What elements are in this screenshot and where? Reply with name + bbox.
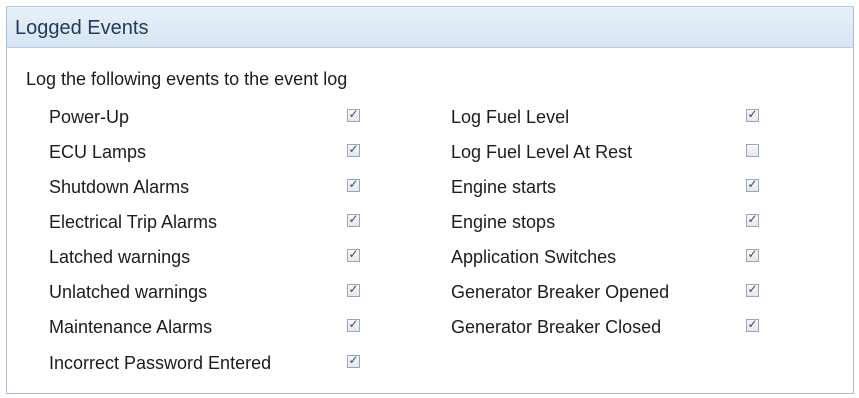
checkbox-engine-starts[interactable]: ✓ <box>746 177 759 192</box>
event-label: Engine stops <box>451 212 556 232</box>
event-label: Unlatched warnings <box>49 282 208 302</box>
event-label: Engine starts <box>451 177 557 197</box>
checkbox-log-fuel-level[interactable]: ✓ <box>746 107 759 122</box>
checkmark-icon: ✓ <box>348 353 359 367</box>
checkbox-log-fuel-level-at-rest[interactable] <box>746 144 759 157</box>
event-label: Generator Breaker Closed <box>451 317 662 337</box>
checkbox-ecu-lamps[interactable]: ✓ <box>347 142 360 157</box>
checkbox-electrical-trip-alarms[interactable]: ✓ <box>347 212 360 227</box>
checkbox-generator-breaker-opened[interactable]: ✓ <box>746 282 759 297</box>
checkbox-incorrect-password-entered[interactable]: ✓ <box>347 353 360 368</box>
checkmark-icon: ✓ <box>348 212 359 226</box>
checkmark-icon: ✓ <box>348 142 359 156</box>
checkbox-maintenance-alarms[interactable]: ✓ <box>347 317 360 332</box>
event-label: Log Fuel Level <box>451 107 570 127</box>
checkmark-icon: ✓ <box>747 317 758 331</box>
checkmark-icon: ✓ <box>747 247 758 261</box>
checkbox-latched-warnings[interactable]: ✓ <box>347 247 360 262</box>
checkmark-icon: ✓ <box>747 212 758 226</box>
event-label: Power-Up <box>49 107 130 127</box>
event-label: Generator Breaker Opened <box>451 282 670 302</box>
checkmark-icon: ✓ <box>747 282 758 296</box>
event-label: Application Switches <box>451 247 617 267</box>
event-label: ECU Lamps <box>49 142 147 162</box>
checkmark-icon: ✓ <box>348 247 359 261</box>
checkmark-icon: ✓ <box>747 107 758 121</box>
checkmark-icon: ✓ <box>747 177 758 191</box>
event-label: Latched warnings <box>49 247 191 267</box>
event-label: Log Fuel Level At Rest <box>451 142 633 162</box>
event-label: Shutdown Alarms <box>49 177 190 197</box>
event-label: Incorrect Password Entered <box>49 353 272 373</box>
panel-title: Logged Events <box>15 17 149 39</box>
checkbox-application-switches[interactable]: ✓ <box>746 247 759 262</box>
checkbox-generator-breaker-closed[interactable]: ✓ <box>746 317 759 332</box>
checkmark-icon: ✓ <box>348 317 359 331</box>
event-label: Maintenance Alarms <box>49 317 213 337</box>
checkbox-power-up[interactable]: ✓ <box>347 107 360 122</box>
checkbox-unlatched-warnings[interactable]: ✓ <box>347 282 360 297</box>
checkmark-icon: ✓ <box>348 177 359 191</box>
checkmark-icon: ✓ <box>348 107 359 121</box>
checkbox-engine-stops[interactable]: ✓ <box>746 212 759 227</box>
checkmark-icon: ✓ <box>348 282 359 296</box>
event-label: Electrical Trip Alarms <box>49 212 218 232</box>
group-label: Log the following events to the event lo… <box>26 69 348 89</box>
checkbox-shutdown-alarms[interactable]: ✓ <box>347 177 360 192</box>
panel-header: Logged Events <box>7 6 853 48</box>
